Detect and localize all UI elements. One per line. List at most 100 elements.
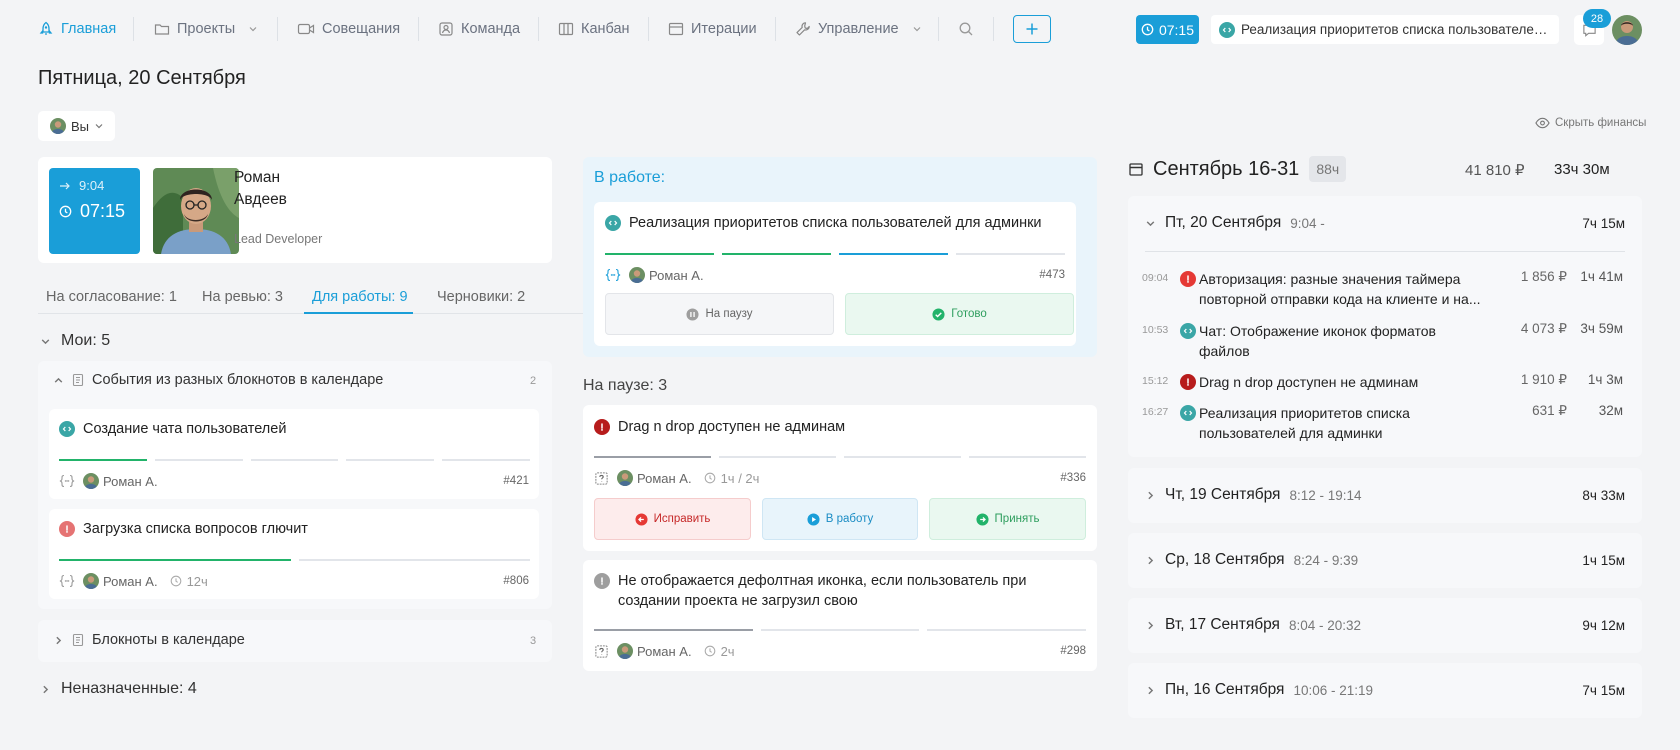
- chevron-right-icon: [1145, 490, 1156, 501]
- nav-team[interactable]: Команда: [438, 18, 520, 40]
- day-card[interactable]: Вт, 17 Сентября 8:04 - 20:32 9ч 12м: [1128, 598, 1642, 653]
- day-total: 9ч 12м: [1582, 618, 1625, 633]
- mine-section-toggle[interactable]: Мои: 5: [40, 332, 110, 350]
- chevron-right-icon: [1145, 555, 1156, 566]
- task-meta: Роман А.: [605, 267, 704, 283]
- unassigned-section-toggle[interactable]: Неназначенные: 4: [40, 680, 197, 698]
- day-card[interactable]: Пн, 16 Сентября 10:06 - 21:19 7ч 15м: [1128, 663, 1642, 718]
- profile-name: Роман Авдеев: [234, 167, 287, 211]
- chevron-down-icon: [40, 336, 51, 347]
- progress-segment: [346, 459, 435, 461]
- pause-label: На паузу: [705, 308, 753, 320]
- user-filter-dropdown[interactable]: Вы: [38, 111, 116, 141]
- chevron-right-icon: [1145, 620, 1156, 631]
- entry-title: Реализация приоритетов списка пользовате…: [1199, 405, 1410, 441]
- tab-drafts[interactable]: Черновики: 2: [437, 289, 525, 305]
- day-header[interactable]: Пн, 16 Сентября 10:06 - 21:19: [1145, 681, 1373, 699]
- task-title: Реализация приоритетов списка пользовате…: [629, 215, 1042, 231]
- mine-heading: Мои: 5: [61, 332, 111, 349]
- entry-time: 15:12: [1142, 375, 1169, 387]
- time-entry[interactable]: 16:27 Реализация приоритетов списка поль…: [1142, 403, 1628, 445]
- nav-management[interactable]: Управление: [795, 18, 922, 40]
- pause-button[interactable]: На паузу: [605, 293, 834, 335]
- nav-management-label: Управление: [818, 21, 899, 37]
- to-work-button[interactable]: В работу: [762, 498, 918, 540]
- paused-task-card[interactable]: Drag n drop доступен не админам Роман А.…: [583, 405, 1097, 551]
- current-task-button[interactable]: Реализация приоритетов списка пользовате…: [1211, 15, 1559, 44]
- time-entry[interactable]: 10:53 Чат: Отображение иконок форматов ф…: [1142, 321, 1628, 363]
- chevron-up-icon: [53, 375, 64, 386]
- group-header[interactable]: События из разных блокнотов в календаре: [53, 372, 383, 388]
- task-meta: Роман А. 1ч / 2ч: [594, 470, 759, 486]
- code-icon: [1219, 21, 1235, 38]
- plus-icon: [1025, 22, 1039, 36]
- task-title-row: Drag n drop доступен не админам: [594, 417, 845, 437]
- done-button[interactable]: Готово: [845, 293, 1074, 335]
- group-header[interactable]: Блокноты в календаре: [53, 632, 245, 648]
- day-header[interactable]: Ср, 18 Сентября 8:24 - 9:39: [1145, 551, 1358, 569]
- eye-icon: [1535, 117, 1550, 129]
- progress-segment: [605, 253, 714, 255]
- group-count: 3: [530, 635, 537, 647]
- active-task-card[interactable]: Реализация приоритетов списка пользовате…: [594, 202, 1076, 346]
- task-meta: Роман А.: [59, 473, 158, 489]
- day-header[interactable]: Пт, 20 Сентября 9:04 -: [1145, 214, 1325, 232]
- profile-photo: [153, 168, 239, 254]
- task-number: #473: [1039, 269, 1065, 281]
- task-card[interactable]: Загрузка списка вопросов глючит Роман А.…: [49, 509, 539, 599]
- clock-icon: [170, 575, 182, 587]
- fix-button[interactable]: Исправить: [594, 498, 751, 540]
- task-title-row: Создание чата пользователей: [59, 419, 286, 439]
- calendar-icon: [1129, 162, 1143, 176]
- nav-projects-label: Проекты: [177, 21, 236, 37]
- group-title: События из разных блокнотов в календаре: [92, 372, 384, 388]
- task-estimate: 1ч / 2ч: [720, 470, 760, 486]
- paused-task-card[interactable]: Не отображается дефолтная иконка, если п…: [583, 560, 1097, 671]
- task-title: Не отображается дефолтная иконка, если п…: [618, 573, 1027, 609]
- to-work-label: В работу: [825, 513, 874, 525]
- start-time: 9:04: [79, 178, 105, 193]
- tab-for-work[interactable]: Для работы: 9: [312, 289, 408, 305]
- search-button[interactable]: [958, 18, 974, 40]
- nav-kanban[interactable]: Канбан: [558, 18, 630, 40]
- timer-button[interactable]: 07:15: [1136, 15, 1199, 44]
- avatar: [83, 573, 99, 589]
- task-title-row: Загрузка списка вопросов глючит: [59, 519, 308, 539]
- task-number: #421: [503, 475, 529, 487]
- nav-meetings[interactable]: Совещания: [297, 18, 400, 40]
- calendar-money: 41 810 ₽: [1465, 162, 1525, 179]
- entry-money: 1 910 ₽: [1520, 372, 1567, 387]
- tab-review[interactable]: На ревью: 3: [202, 289, 283, 305]
- start-time-row: 9:04: [59, 178, 104, 193]
- day-card[interactable]: Чт, 19 Сентября 8:12 - 19:14 8ч 33м: [1128, 468, 1642, 523]
- code-icon: [1180, 405, 1196, 421]
- task-group[interactable]: Блокноты в календаре 3: [38, 620, 552, 662]
- time-entry[interactable]: 15:12 Drag n drop доступен не админам 1 …: [1142, 372, 1628, 394]
- day-header[interactable]: Вт, 17 Сентября 8:04 - 20:32: [1145, 616, 1361, 634]
- task-meta: Роман А. 2ч: [594, 643, 735, 659]
- critical-icon: [594, 419, 610, 435]
- divider: [277, 17, 278, 41]
- add-button[interactable]: [1013, 15, 1051, 43]
- hide-finance-toggle[interactable]: Скрыть финансы: [1535, 117, 1646, 129]
- notebook-icon: [72, 633, 84, 647]
- avatar: [50, 118, 66, 134]
- accept-button[interactable]: Принять: [929, 498, 1086, 540]
- chevron-down-icon: [94, 121, 104, 131]
- progress-segment: [927, 629, 1087, 631]
- tab-approval[interactable]: На согласование: 1: [46, 289, 177, 305]
- day-card[interactable]: Ср, 18 Сентября 8:24 - 9:39 1ч 15м: [1128, 533, 1642, 588]
- task-card[interactable]: Создание чата пользователей Роман А. #42…: [49, 409, 539, 499]
- nav-iterations[interactable]: Итерации: [668, 18, 757, 40]
- group-count: 2: [530, 375, 537, 387]
- time-entry[interactable]: 09:04 Авторизация: разные значения тайме…: [1142, 269, 1628, 311]
- day-header[interactable]: Чт, 19 Сентября 8:12 - 19:14: [1145, 486, 1362, 504]
- clock-icon: [704, 472, 716, 484]
- user-avatar[interactable]: [1612, 15, 1642, 45]
- chevron-right-icon: [53, 635, 64, 646]
- progress-segment: [969, 456, 1086, 458]
- day-label: Вт, 17 Сентября: [1165, 616, 1280, 633]
- nav-projects[interactable]: Проекты: [154, 18, 258, 40]
- nav-home[interactable]: Главная: [38, 18, 116, 40]
- group-title: Блокноты в календаре: [92, 632, 245, 648]
